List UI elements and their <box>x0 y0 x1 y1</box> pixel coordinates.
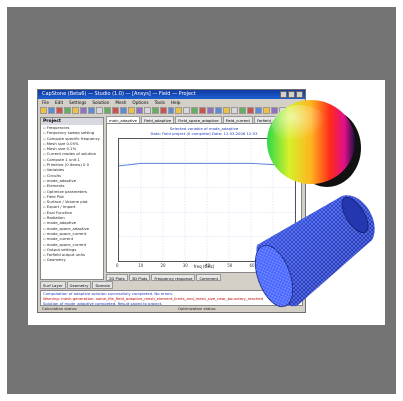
toolbar-button-2[interactable] <box>47 107 55 114</box>
minimize-button[interactable] <box>280 91 287 98</box>
maximize-button[interactable] <box>288 91 295 98</box>
project-tab-1[interactable]: Surf Layer <box>40 281 66 289</box>
project-panel-tabs: Surf Layer Geometry Domain <box>40 281 114 289</box>
toolbar-button-27[interactable] <box>247 107 255 114</box>
close-button[interactable] <box>296 91 303 98</box>
toolbar-button-22[interactable] <box>207 107 215 114</box>
toolbar-button-21[interactable] <box>199 107 207 114</box>
plot-tab-1[interactable]: 2D Plots <box>106 274 128 281</box>
toolbar-button-13[interactable] <box>135 107 143 114</box>
calculation-status: Calculation status: <box>42 306 78 311</box>
toolbar-button-29[interactable] <box>263 107 271 114</box>
series-line-1 <box>119 162 295 167</box>
toolbar-button-4[interactable] <box>63 107 71 114</box>
toolbar-button-3[interactable] <box>55 107 63 114</box>
plot-title: Selected variable of mode_adaptive Data:… <box>107 126 301 136</box>
tree-item[interactable]: Current modes of solution <box>43 151 103 156</box>
plot-tab-2[interactable]: 3D Plots <box>128 274 151 281</box>
toolbar-button-31[interactable] <box>279 107 287 114</box>
doc-tab-6[interactable]: Field_space_current <box>290 116 334 123</box>
project-tab-3[interactable]: Domain <box>92 281 114 289</box>
menu-item-options[interactable]: Options <box>132 99 148 106</box>
toolbar-button-16[interactable] <box>159 107 167 114</box>
plot-tab-4[interactable]: Comment <box>196 274 222 281</box>
menu-item-file[interactable]: File <box>42 99 49 106</box>
toolbar-button-23[interactable] <box>215 107 223 114</box>
doc-tab-4[interactable]: Field_current <box>222 116 253 123</box>
project-tab-2[interactable]: Geometry <box>66 281 92 289</box>
toolbar-button-11[interactable] <box>119 107 127 114</box>
toolbar-button-9[interactable] <box>103 107 111 114</box>
project-tree: FrequenciesFrequency sweep settingComput… <box>41 125 103 263</box>
window-controls <box>280 91 303 98</box>
doc-tab-1[interactable]: main_adaptive <box>106 116 140 123</box>
document-tabs: main_adaptive Field_adaptive Field_space_a… <box>106 116 334 123</box>
toolbar-button-26[interactable] <box>239 107 247 114</box>
menu-item-settings[interactable]: Settings <box>69 99 86 106</box>
application-window: CapStone (Beta6) — Studio (1.0) — [Ansys… <box>37 89 334 313</box>
toolbar-button-25[interactable] <box>231 107 239 114</box>
project-panel: Project FrequenciesFrequency sweep setti… <box>40 117 104 280</box>
menu-item-mesh[interactable]: Mesh <box>115 99 126 106</box>
toolbar-button-33[interactable] <box>295 107 302 114</box>
toolbar-button-5[interactable] <box>71 107 79 114</box>
toolbar-button-30[interactable] <box>271 107 279 114</box>
menu-item-tools[interactable]: Tools <box>155 99 165 106</box>
toolbar-button-6[interactable] <box>79 107 87 114</box>
toolbar-button-17[interactable] <box>167 107 175 114</box>
toolbar-button-12[interactable] <box>127 107 135 114</box>
menu-item-help[interactable]: Help <box>171 99 181 106</box>
toolbar-button-14[interactable] <box>143 107 151 114</box>
toolbar-button-19[interactable] <box>183 107 191 114</box>
toolbar-button-28[interactable] <box>255 107 263 114</box>
doc-tab-5[interactable]: Farfield_current <box>253 116 290 123</box>
plot-window: Selected variable of mode_adaptive Data:… <box>106 123 302 273</box>
toolbar-button-24[interactable] <box>223 107 231 114</box>
toolbar-button-10[interactable] <box>111 107 119 114</box>
project-panel-header: Project <box>41 118 103 125</box>
window-title: CapStone (Beta6) — Studio (1.0) — [Ansys… <box>38 90 305 99</box>
toolbar-button-32[interactable] <box>287 107 294 114</box>
doc-tab-3[interactable]: Field_space_adaptive <box>175 116 222 123</box>
toolbar-button-15[interactable] <box>151 107 159 114</box>
toolbar-button-20[interactable] <box>191 107 199 114</box>
toolbar-button-18[interactable] <box>175 107 183 114</box>
plot-title-line2: Data: Field project (0 complete) Date: 1… <box>150 131 258 136</box>
tree-item[interactable]: Geometry <box>43 257 103 262</box>
x-axis-label: freq (GHz) <box>193 264 215 269</box>
plot-tabs: 2D Plots 3D Plots Frequency response Commen… <box>106 274 302 281</box>
toolbar-button-7[interactable] <box>87 107 95 114</box>
tree-item[interactable]: Frequency sweep setting <box>43 130 103 135</box>
doc-tab-2[interactable]: Field_adaptive <box>141 116 175 123</box>
toolbar-button-8[interactable] <box>95 107 103 114</box>
message-panel: Computation of adaptive solution success… <box>40 290 303 306</box>
menu-item-solution[interactable]: Solution <box>92 99 109 106</box>
line-chart <box>118 138 296 262</box>
toolbar-button-1[interactable] <box>40 107 47 114</box>
toolbar <box>40 106 302 115</box>
status-bar: Calculation status: Optimization status: <box>38 306 309 312</box>
menu-item-edit[interactable]: Edit <box>55 99 63 106</box>
menu-bar: File Edit Settings Solution Mesh Options Tools… <box>38 99 309 106</box>
plot-tab-3[interactable]: Frequency response <box>151 274 196 281</box>
optimization-status: Optimization status: <box>178 306 217 311</box>
